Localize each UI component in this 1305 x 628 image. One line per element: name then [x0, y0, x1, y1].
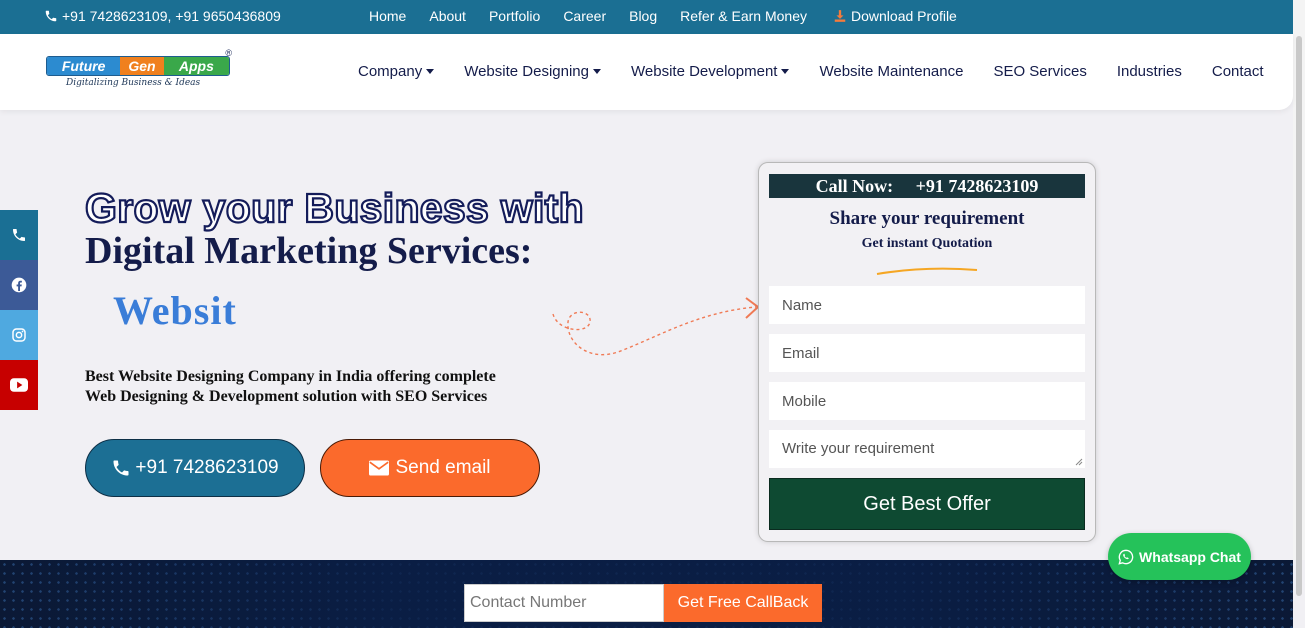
download-icon	[834, 10, 846, 22]
scrollbar-thumb[interactable]	[1296, 36, 1302, 596]
whatsapp-icon	[1118, 549, 1134, 565]
requirement-textarea[interactable]: Write your requirement	[769, 430, 1085, 468]
top-link-blog[interactable]: Blog	[629, 8, 657, 24]
hero-title-line1: Grow your Business with	[84, 184, 585, 232]
social-phone-button[interactable]	[0, 210, 38, 260]
nav-item-website-development[interactable]: Website Development	[631, 63, 790, 80]
top-link-about[interactable]: About	[429, 8, 466, 24]
form-subheading: Get instant Quotation	[861, 236, 993, 251]
call-now-banner[interactable]: Call Now: +91 7428623109	[769, 174, 1085, 198]
nav-label-industries: Industries	[1116, 63, 1182, 80]
download-profile-link[interactable]: Download Profile	[833, 8, 957, 24]
hero-description: Best Website Designing Company in India …	[85, 367, 496, 407]
phone-icon	[45, 10, 57, 22]
form-heading: Share your requirement	[829, 208, 1025, 229]
name-input[interactable]: Name	[769, 286, 1085, 324]
logo-wordmark: Future Gen Apps	[46, 56, 230, 76]
mobile-input[interactable]: Mobile	[769, 382, 1085, 420]
logo-part-future: Future	[47, 57, 121, 75]
hero-typed-text: Websit	[113, 288, 237, 333]
instagram-icon	[12, 328, 26, 342]
main-header: ® Future Gen Apps Digitalizing Business …	[0, 34, 1293, 110]
hero-call-label: +91 7428623109	[135, 457, 279, 478]
social-youtube-button[interactable]	[0, 360, 38, 410]
top-bar: +91 7428623109, +91 9650436809 Home Abou…	[0, 0, 1305, 34]
top-link-home[interactable]: Home	[369, 8, 406, 24]
nav-label-company: Company	[358, 63, 423, 80]
nav-label-seo-services: SEO Services	[993, 63, 1087, 80]
social-facebook-button[interactable]	[0, 260, 38, 310]
envelope-icon	[369, 460, 390, 476]
get-best-offer-button[interactable]: Get Best Offer	[769, 478, 1085, 530]
callback-band: Contact Number Get Free CallBack	[0, 560, 1293, 628]
nav-item-contact[interactable]: Contact	[1212, 63, 1264, 80]
hero-call-button[interactable]: +91 7428623109	[85, 439, 305, 497]
caret-down-icon	[781, 69, 790, 74]
whatsapp-chat-label: Whatsapp Chat	[1139, 548, 1241, 565]
top-links: Home About Portfolio Career Blog Refer &…	[369, 8, 830, 24]
top-phone-numbers[interactable]: +91 7428623109, +91 9650436809	[44, 8, 281, 24]
quote-form-card: Call Now: +91 7428623109 Share your requ…	[758, 162, 1096, 542]
nav-item-seo-services[interactable]: SEO Services	[993, 63, 1086, 80]
logo-part-gen: Gen	[120, 57, 164, 75]
contact-number-input[interactable]: Contact Number	[464, 584, 664, 622]
caret-down-icon	[593, 69, 601, 74]
main-nav: Company Website Designing Website Develo…	[358, 63, 1264, 80]
email-input[interactable]: Email	[769, 334, 1085, 372]
whatsapp-chat-button[interactable]: Whatsapp Chat	[1108, 533, 1251, 580]
requirement-placeholder: Write your requirement	[782, 440, 935, 457]
nav-item-industries[interactable]: Industries	[1117, 63, 1182, 80]
nav-item-company[interactable]: Company	[358, 63, 435, 80]
nav-label-website-development: Website Development	[631, 63, 778, 80]
nav-label-website-maintenance: Website Maintenance	[819, 63, 964, 80]
top-link-career[interactable]: Career	[563, 8, 606, 24]
decorative-swoosh	[876, 267, 978, 275]
decorative-arrow	[552, 297, 760, 356]
facebook-icon	[11, 277, 27, 293]
nav-item-website-designing[interactable]: Website Designing	[464, 63, 601, 80]
youtube-icon	[10, 378, 28, 392]
company-logo[interactable]: ® Future Gen Apps Digitalizing Business …	[46, 48, 236, 92]
resize-grip-icon[interactable]	[1075, 458, 1083, 466]
logo-tagline: Digitalizing Business & Ideas	[66, 78, 201, 88]
get-free-callback-button[interactable]: Get Free CallBack	[664, 584, 822, 622]
social-sidebar	[0, 210, 38, 410]
social-instagram-button[interactable]	[0, 310, 38, 360]
top-link-refer[interactable]: Refer & Earn Money	[680, 8, 807, 24]
caret-down-icon	[426, 69, 435, 74]
top-link-portfolio[interactable]: Portfolio	[489, 8, 540, 24]
nav-item-website-maintenance[interactable]: Website Maintenance	[819, 63, 963, 80]
hero-description-line1: Best Website Designing Company in India …	[85, 368, 496, 385]
nav-label-website-designing: Website Designing	[464, 63, 589, 80]
hero-title-line2: Digital Marketing Services:	[85, 230, 533, 272]
top-phones-text: +91 7428623109, +91 9650436809	[62, 8, 281, 24]
phone-icon	[113, 460, 129, 476]
phone-icon	[13, 229, 25, 241]
logo-registered-mark: ®	[225, 48, 232, 58]
logo-part-apps: Apps	[163, 57, 229, 75]
hero-email-label: Send email	[395, 457, 491, 478]
nav-label-contact: Contact	[1211, 63, 1264, 80]
download-profile-label: Download Profile	[851, 8, 957, 24]
hero-description-line2: Web Designing & Development solution wit…	[85, 388, 488, 405]
hero-email-button[interactable]: Send email	[320, 439, 540, 497]
